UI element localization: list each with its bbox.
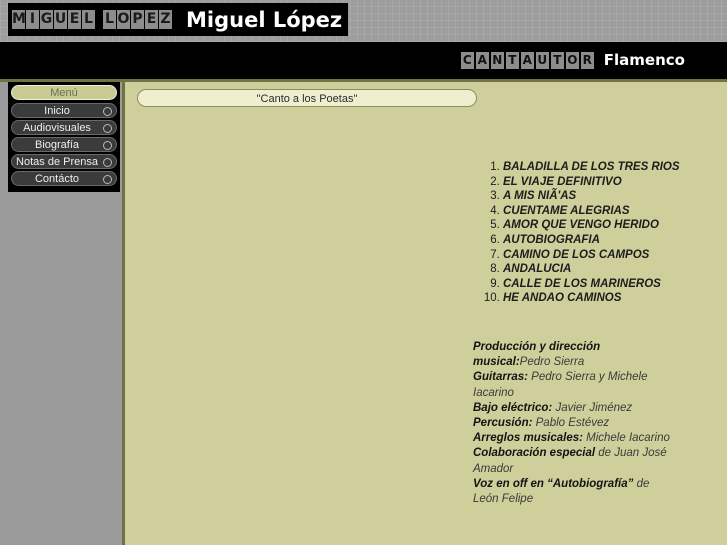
sidebar-menu: Menú Inicio Audiovisuales Biografía Notas d… [8,82,120,192]
credit-label: Colaboración especial [473,447,596,460]
top-band: MIGUELLOPEZ Miguel López [0,0,727,42]
menu-heading: Menú [11,85,117,100]
credit-label: Arreglos musicales: [473,432,583,445]
logo-letter-i: I [26,10,39,29]
circle-icon [103,175,112,184]
sidebar-item-label: Contácto [34,173,80,185]
sidebar-item-inicio[interactable]: Inicio [11,103,117,118]
sidebar-item-notas-de-prensa[interactable]: Notas de Prensa [11,154,117,169]
track-item: ANDALUCIA [503,262,727,277]
tagline-letter-c: C [460,51,474,69]
credit-line: Bajo eléctrico: Javier Jiménez [473,401,673,416]
logo-letter-z: Z [159,10,172,29]
sidebar-item-label: Inicio [44,105,70,117]
logo-letter-e: E [68,10,81,29]
logo-letter-o: O [117,10,130,29]
credit-line: Percusión: Pablo Estévez [473,416,673,431]
circle-icon [103,141,112,150]
credit-label: Percusión: [473,417,533,430]
content-panel: "Canto a los Poetas" BALADILLA DE LOS TR… [122,82,727,545]
credits-block: Producción y dirección musical:Pedro Sie… [473,340,673,507]
tagline-letter-r: R [580,51,594,69]
track-item: HE ANDAO CAMINOS [503,291,727,306]
track-item: EL VIAJE DEFINITIVO [503,175,727,190]
credit-line: Producción y dirección musical:Pedro Sie… [473,340,673,370]
track-item: AUTOBIOGRAFIA [503,233,727,248]
logo-letter-e: E [145,10,158,29]
sidebar-item-label: Audiovisuales [23,122,91,134]
site-logo[interactable]: MIGUELLOPEZ Miguel López [8,3,349,36]
track-item: AMOR QUE VENGO HERIDO [503,218,727,233]
credit-line: Guitarras: Pedro Sierra y Michele Iacari… [473,370,673,400]
tagline-letter-t: T [550,51,564,69]
logo-letter-m: M [12,10,25,29]
track-item: BALADILLA DE LOS TRES RIOS [503,160,727,175]
album-title: "Canto a los Poetas" [137,89,477,107]
logo-letter-p: P [131,10,144,29]
logo-letter-boxes: MIGUELLOPEZ [12,10,173,29]
logo-letter-l: L [103,10,116,29]
credit-line: Arreglos musicales: Michele Iacarino [473,431,673,446]
track-list: BALADILLA DE LOS TRES RIOSEL VIAJE DEFIN… [477,160,727,306]
track-item: CALLE DE LOS MARINEROS [503,277,727,292]
credit-label: Voz en off en “Autobiografía” [473,477,634,490]
credit-label: Bajo eléctrico: [473,401,553,414]
menu-item-list: Inicio Audiovisuales Biografía Notas de Pre… [11,103,117,186]
credit-label: Guitarras: [473,371,528,384]
credit-value: Javier Jiménez [552,401,633,414]
tagline-letter-a: A [520,51,534,69]
sidebar-item-biografía[interactable]: Biografía [11,137,117,152]
circle-icon [103,107,112,116]
sidebar-item-label: Biografía [34,139,80,151]
tagline-suffix: Flamenco [603,51,685,69]
logo-letter-g: G [40,10,53,29]
tagline-letter-boxes: CANTAUTOR [460,51,596,69]
circle-icon [103,158,112,167]
credit-value: Pablo Estévez [532,417,610,430]
credit-line: Colaboración especial de Juan José Amado… [473,446,673,476]
tagline: CANTAUTOR Flamenco [460,51,685,69]
circle-icon [103,124,112,133]
tagline-letter-o: O [565,51,579,69]
tagline-letter-u: U [535,51,549,69]
track-item: A MIS NIÃ'AS [503,189,727,204]
tagline-letter-t: T [505,51,519,69]
track-item: CAMINO DE LOS CAMPOS [503,248,727,263]
credit-value: Michele Iacarino [582,432,670,445]
credit-value: Pedro Sierra [519,356,585,369]
header-band: CANTAUTOR Flamenco [0,42,727,79]
track-item: CUENTAME ALEGRIAS [503,204,727,219]
tagline-letter-a: A [475,51,489,69]
sidebar-item-contácto[interactable]: Contácto [11,171,117,186]
logo-letter-u: U [54,10,67,29]
sidebar-item-label: Notas de Prensa [16,156,98,168]
sidebar-item-audiovisuales[interactable]: Audiovisuales [11,120,117,135]
logo-letter-l: L [82,10,95,29]
credit-line: Voz en off en “Autobiografía” de León Fe… [473,477,673,507]
site-title: Miguel López [186,7,343,32]
tagline-letter-n: N [490,51,504,69]
